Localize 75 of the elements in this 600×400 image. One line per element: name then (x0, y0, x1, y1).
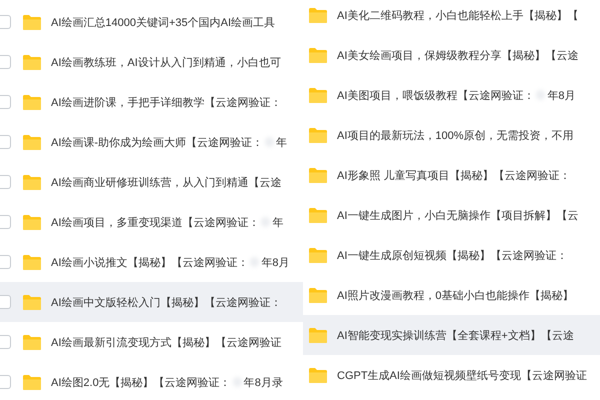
file-name-tail: 年 (272, 216, 284, 230)
file-row[interactable]: AI绘画中文版轻松入门【揭秘】【云途网验证： (0, 282, 303, 322)
file-row[interactable]: AI项目的最新玩法，100%原创，无需投资，不用 (303, 115, 600, 155)
folder-icon (308, 166, 328, 184)
folder-icon (22, 94, 42, 110)
folder-icon (308, 326, 328, 344)
checkbox[interactable] (0, 95, 11, 109)
file-row[interactable]: AI一键生成原创短视频【揭秘】【云途网验证： (303, 235, 600, 275)
folder-icon (308, 366, 328, 384)
file-name-tail: 年8月 (261, 256, 290, 270)
file-name-tail: 年 (276, 136, 288, 150)
file-name: AI绘画小说推文【揭秘】【云途网验证： (51, 256, 248, 270)
file-name: AI照片改漫画教程，0基础小白也能操作【揭秘】 (337, 288, 574, 302)
file-name-tail: 年8月 (547, 88, 576, 102)
checkbox[interactable] (0, 335, 11, 349)
file-name: AI绘画最新引流变现方式【揭秘】【云途网验证 (51, 336, 282, 350)
file-name: AI绘画教练班，AI设计从入门到精通，小白也可 (51, 56, 281, 70)
folder-icon (308, 6, 328, 24)
file-name: AI绘画项目，多重变现渠道【云途网验证： (51, 216, 260, 230)
file-name: CGPT生成AI绘画做短视频壁纸号变现【云途网验证 (337, 368, 587, 382)
file-row[interactable]: AI美女绘画项目，保姆级教程分享【揭秘】【云途 (303, 35, 600, 75)
file-row[interactable]: AI美图项目，喂饭级教程【云途网验证： 年8月 (303, 75, 600, 115)
folder-icon (22, 134, 42, 150)
file-name: AI美女绘画项目，保姆级教程分享【揭秘】【云途 (337, 48, 578, 62)
file-name: AI智能变现实操训练营【全套课程+文档】【云途 (337, 328, 574, 342)
file-row[interactable]: AI绘画进阶课，手把手详细教学【云途网验证： (0, 82, 303, 122)
folder-icon (22, 294, 42, 310)
file-row[interactable]: AI绘画汇总14000关键词+35个国内AI绘画工具 (0, 2, 303, 42)
checkbox[interactable] (0, 15, 11, 29)
file-name: AI绘画商业研修班训练营，从入门到精通【云途 (51, 176, 282, 190)
folder-icon (22, 334, 42, 350)
file-name: AI美化二维码教程，小白也能轻松上手【揭秘】【 (337, 8, 578, 22)
checkbox[interactable] (0, 215, 11, 229)
file-row[interactable]: AI绘画教练班，AI设计从入门到精通，小白也可 (0, 42, 303, 82)
file-name: AI绘画汇总14000关键词+35个国内AI绘画工具 (51, 16, 276, 30)
folder-icon (22, 174, 42, 190)
folder-icon (308, 206, 328, 224)
folder-icon (308, 126, 328, 144)
file-name: AI绘画进阶课，手把手详细教学【云途网验证： (51, 96, 282, 110)
checkbox[interactable] (0, 175, 11, 189)
folder-icon (308, 286, 328, 304)
file-name: AI绘画中文版轻松入门【揭秘】【云途网验证： (51, 296, 282, 310)
file-row[interactable]: AI美化二维码教程，小白也能轻松上手【揭秘】【 (303, 0, 600, 35)
folder-icon (308, 246, 328, 264)
file-name: AI美图项目，喂饭级教程【云途网验证： (337, 88, 534, 102)
folder-icon (22, 214, 42, 230)
checkbox[interactable] (0, 55, 11, 69)
folder-icon (22, 54, 42, 70)
checkbox[interactable] (0, 295, 11, 309)
file-row[interactable]: AI绘画最新引流变现方式【揭秘】【云途网验证 (0, 322, 303, 362)
file-row[interactable]: CGPT生成AI绘画做短视频壁纸号变现【云途网验证 (303, 355, 600, 395)
checkbox[interactable] (0, 255, 11, 269)
file-row[interactable]: AI绘图2.0无【揭秘】【云途网验证： 年8月录 (0, 362, 303, 400)
file-row[interactable]: AI智能变现实操训练营【全套课程+文档】【云途 (303, 315, 600, 355)
checkbox[interactable] (0, 135, 11, 149)
folder-icon (22, 374, 42, 390)
file-row[interactable]: AI形象照 儿童写真项目【揭秘】【云途网验证： (303, 155, 600, 195)
file-row[interactable]: AI绘画商业研修班训练营，从入门到精通【云途 (0, 162, 303, 202)
file-row[interactable]: AI绘画项目，多重变现渠道【云途网验证： 年 (0, 202, 303, 242)
file-name: AI绘图2.0无【揭秘】【云途网验证： (51, 376, 231, 390)
folder-icon (308, 86, 328, 104)
file-name: AI一键生成原创短视频【揭秘】【云途网验证： (337, 248, 568, 262)
file-row[interactable]: AI照片改漫画教程，0基础小白也能操作【揭秘】 (303, 275, 600, 315)
file-name: AI形象照 儿童写真项目【揭秘】【云途网验证： (337, 168, 570, 182)
file-row[interactable]: AI绘画小说推文【揭秘】【云途网验证： 年8月 (0, 242, 303, 282)
file-name: AI项目的最新玩法，100%原创，无需投资，不用 (337, 128, 574, 142)
file-name: AI绘画课-助你成为绘画大师【云途网验证： (51, 136, 264, 150)
folder-icon (308, 46, 328, 64)
checkbox[interactable] (0, 375, 11, 389)
folder-icon (22, 254, 42, 270)
file-name: AI一键生成图片，小白无脑操作【项目拆解】【云 (337, 208, 578, 222)
file-name-tail: 年8月录 (244, 376, 283, 390)
file-row[interactable]: AI绘画课-助你成为绘画大师【云途网验证： 年 (0, 122, 303, 162)
file-row[interactable]: AI一键生成图片，小白无脑操作【项目拆解】【云 (303, 195, 600, 235)
folder-icon (22, 14, 42, 30)
